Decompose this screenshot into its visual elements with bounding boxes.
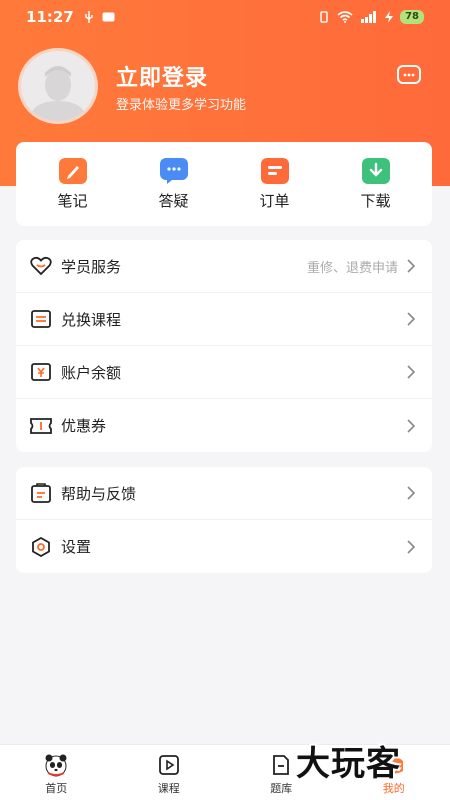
- quick-label-orders: 订单: [259, 191, 290, 210]
- document-icon: [273, 755, 290, 775]
- quick-download[interactable]: 下载: [336, 157, 416, 211]
- chevron-right-icon: [407, 365, 416, 379]
- vibrate-icon: [320, 11, 328, 23]
- message-icon[interactable]: [396, 64, 422, 86]
- settings-icon: [30, 536, 52, 558]
- charging-icon: [385, 11, 394, 23]
- quick-notes[interactable]: 笔记: [33, 157, 113, 211]
- menu-label-exchange-course: 兑换课程: [61, 310, 122, 329]
- quick-qa[interactable]: 答疑: [134, 157, 214, 211]
- tab-label-question-bank: 题库: [270, 782, 293, 795]
- tab-home[interactable]: 首页: [0, 745, 113, 800]
- login-title[interactable]: 立即登录: [116, 60, 208, 92]
- menu-item-balance[interactable]: 账户余额: [16, 346, 432, 399]
- menu-label-help-feedback: 帮助与反馈: [61, 484, 137, 503]
- tab-label-course: 课程: [157, 782, 180, 795]
- coupon-icon: [30, 415, 52, 437]
- panda-icon: [45, 754, 67, 777]
- quick-label-qa: 答疑: [158, 191, 189, 210]
- menu-item-coupon[interactable]: 优惠券: [16, 399, 432, 452]
- status-bar: 11:27 78: [0, 0, 450, 34]
- menu-item-settings[interactable]: 设置: [16, 520, 432, 573]
- quick-label-notes: 笔记: [57, 191, 88, 210]
- exchange-icon: [30, 308, 52, 330]
- quick-actions-card: 笔记 答疑 订单 下载: [16, 142, 432, 226]
- chevron-right-icon: [407, 312, 416, 326]
- tab-course[interactable]: 课程: [113, 745, 226, 800]
- quick-label-download: 下载: [360, 191, 391, 210]
- menu-card-support: 帮助与反馈 设置: [16, 467, 432, 573]
- chevron-right-icon: [407, 418, 416, 433]
- status-time: 11:27: [26, 8, 74, 26]
- chevron-right-icon: [407, 539, 416, 554]
- qa-icon: [159, 157, 188, 184]
- wifi-icon: [337, 11, 353, 23]
- watermark: 大玩客: [296, 744, 401, 784]
- menu-label-coupon: 优惠券: [61, 417, 107, 435]
- menu-extra-refund: 重修、退费申请: [306, 260, 398, 276]
- chevron-right-icon: [407, 486, 416, 500]
- note-icon: [58, 157, 87, 184]
- menu-item-exchange-course[interactable]: 兑换课程: [16, 293, 432, 346]
- heart-icon: [30, 255, 52, 277]
- yen-icon: [30, 361, 52, 383]
- download-icon: [361, 157, 390, 184]
- help-icon: [30, 482, 52, 504]
- order-icon: [260, 157, 289, 184]
- menu-label-student-service: 学员服务: [61, 257, 122, 276]
- menu-card-account: 学员服务 重修、退费申请 兑换课程 账户余额 优惠券: [16, 240, 432, 452]
- quick-orders[interactable]: 订单: [235, 157, 315, 211]
- menu-label-settings: 设置: [61, 538, 92, 556]
- menu-item-help-feedback[interactable]: 帮助与反馈: [16, 467, 432, 520]
- usb-icon: [85, 11, 93, 23]
- menu-item-student-service[interactable]: 学员服务 重修、退费申请: [16, 240, 432, 293]
- signal-icon: [361, 11, 377, 23]
- message-status-icon: [102, 12, 115, 22]
- play-icon: [158, 755, 179, 775]
- login-subtitle: 登录体验更多学习功能: [116, 98, 247, 113]
- chevron-right-icon: [407, 259, 416, 273]
- menu-label-balance: 账户余额: [61, 363, 122, 382]
- profile-header[interactable]: 立即登录 登录体验更多学习功能: [18, 48, 432, 124]
- avatar[interactable]: [18, 48, 98, 124]
- tab-label-home: 首页: [45, 782, 68, 795]
- battery-level: 78: [400, 10, 424, 24]
- default-avatar-icon: [29, 66, 87, 121]
